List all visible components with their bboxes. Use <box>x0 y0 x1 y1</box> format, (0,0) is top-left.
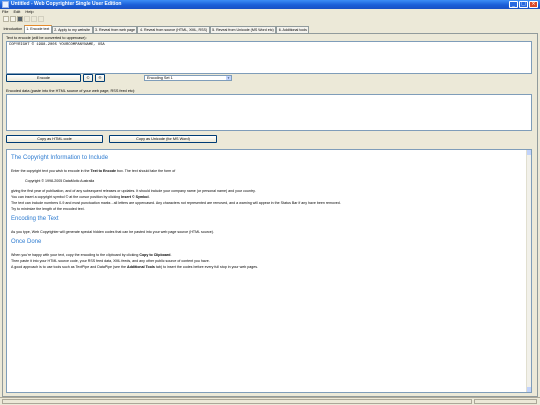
help-paragraph: giving the first year of publication, an… <box>11 189 256 193</box>
help-paragraph: Enter the copyright text you wish to enc… <box>11 169 176 173</box>
toolbar <box>0 16 540 24</box>
open-folder-icon[interactable] <box>10 16 16 22</box>
text-to-encode-label: Text to encode (will be converted to upp… <box>6 36 87 40</box>
help-paragraph: When you're happy with your text, copy t… <box>11 253 172 257</box>
paste-icon[interactable] <box>38 16 44 22</box>
chevron-down-icon[interactable]: ▼ <box>226 76 231 80</box>
help-panel[interactable]: The Copyright Information to Include Ent… <box>6 149 532 393</box>
help-heading-copyright: The Copyright Information to Include <box>11 155 109 161</box>
text-to-encode-input[interactable]: COPYRIGHT © 1998-2005 YOURCOMPANYNAME, U… <box>6 41 532 74</box>
tab-reveal-source[interactable]: 4. Reveal from source (HTML, XML, RSS) <box>137 26 210 33</box>
insert-copyright-button[interactable]: © <box>83 74 93 82</box>
insert-registered-button[interactable]: ® <box>95 74 105 82</box>
status-bar <box>0 397 540 405</box>
menu-bar: File Edit Help <box>0 9 540 15</box>
tab-additional-tools[interactable]: 6. Additional tools <box>276 26 310 33</box>
window-title: Untitled - Web Copyrighter Single User E… <box>11 1 122 7</box>
status-pane-main <box>2 399 472 404</box>
help-heading-encoding: Encoding the Text <box>11 216 59 222</box>
help-paragraph: Then paste it into your HTML source code… <box>11 259 210 263</box>
close-icon[interactable]: × <box>529 1 538 8</box>
help-paragraph: You can insert a copyright symbol © at t… <box>11 195 150 199</box>
menu-edit[interactable]: Edit <box>13 9 20 15</box>
encode-button[interactable]: Encode <box>6 74 81 82</box>
help-paragraph: As you type, Web Copyrighter will genera… <box>11 230 214 234</box>
encoding-set-select[interactable]: Encoding Set 1 ▼ <box>144 75 232 81</box>
scroll-up-arrow-icon[interactable] <box>527 150 531 155</box>
encoding-set-value: Encoding Set 1 <box>147 76 173 80</box>
copy-icon[interactable] <box>31 16 37 22</box>
tab-introduction[interactable]: Introduction <box>2 26 24 33</box>
new-file-icon[interactable] <box>3 16 9 22</box>
help-paragraph: The text can include numbers 0-9 and mos… <box>11 201 341 205</box>
help-paragraph: A good approach is to use tools such as … <box>11 265 258 269</box>
tab-reveal-web-page[interactable]: 3. Reveal from web page <box>92 26 138 33</box>
help-heading-done: Once Done <box>11 239 42 245</box>
help-paragraph: Try to minimize the length of the encode… <box>11 207 85 211</box>
help-example: Copyright © 1998-2005 DataMotic Australi… <box>25 179 95 183</box>
copy-html-button[interactable]: Copy as HTML code <box>6 135 103 143</box>
menu-file[interactable]: File <box>2 9 8 15</box>
tab-strip: Introduction 1. Encode text 2. Apply to … <box>0 25 540 33</box>
maximize-icon[interactable]: □ <box>519 1 528 8</box>
scroll-down-arrow-icon[interactable] <box>527 387 531 392</box>
encoded-data-output[interactable] <box>6 94 532 131</box>
status-pane-secondary <box>474 399 537 404</box>
copy-unicode-button[interactable]: Copy as Unicode (for MS Word) <box>109 135 217 143</box>
encoded-data-value <box>7 95 531 97</box>
app-icon <box>2 1 9 8</box>
cut-icon[interactable] <box>24 16 30 22</box>
tab-apply-to-website[interactable]: 2. Apply to my website <box>51 26 93 33</box>
app-window: Untitled - Web Copyrighter Single User E… <box>0 0 540 405</box>
help-scrollbar[interactable] <box>526 150 531 392</box>
tab-encode-text[interactable]: 1. Encode text <box>23 25 52 33</box>
tab-reveal-unicode[interactable]: 5. Reveal from Unicode (MS Word etc) <box>209 26 277 33</box>
title-bar[interactable]: Untitled - Web Copyrighter Single User E… <box>0 0 540 9</box>
text-to-encode-value: COPYRIGHT © 1998-2005 YOURCOMPANYNAME, U… <box>9 43 105 47</box>
encoded-data-label: Encoded data (paste into the HTML source… <box>6 89 136 93</box>
tab-panel: Text to encode (will be converted to upp… <box>2 33 538 397</box>
save-icon[interactable] <box>17 16 23 22</box>
minimize-icon[interactable]: _ <box>509 1 518 8</box>
window-controls: _ □ × <box>509 1 538 8</box>
menu-help[interactable]: Help <box>25 9 33 15</box>
